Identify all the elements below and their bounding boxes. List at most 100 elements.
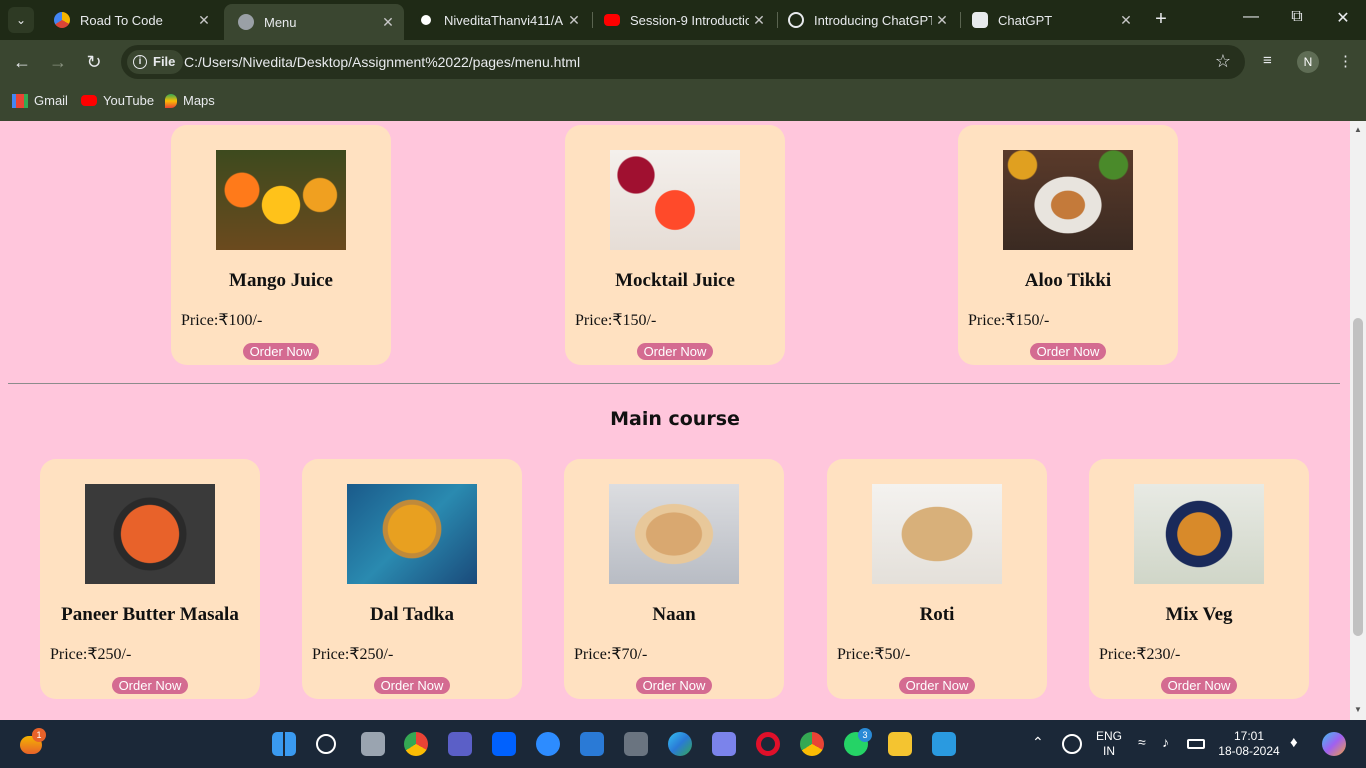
- gmail-icon: [12, 93, 28, 108]
- task-view-icon[interactable]: [361, 732, 385, 756]
- scrollbar-thumb[interactable]: [1353, 318, 1363, 636]
- order-now-button[interactable]: Order Now: [374, 677, 450, 694]
- whatsapp-badge: 3: [858, 728, 872, 742]
- scroll-up-icon[interactable]: ▲: [1354, 125, 1362, 134]
- item-price: Price:₹150/-: [968, 312, 1050, 329]
- close-tab-icon[interactable]: ✕: [564, 12, 584, 29]
- profile-avatar[interactable]: N: [1297, 51, 1319, 73]
- clock-date: 18-08-2024: [1218, 744, 1280, 758]
- back-icon[interactable]: ←: [10, 52, 34, 73]
- start-icon[interactable]: [272, 732, 296, 756]
- close-tab-icon[interactable]: ✕: [749, 12, 769, 29]
- item-name: Mix Veg: [1165, 604, 1233, 625]
- bookmark-gmail[interactable]: Gmail: [12, 93, 68, 108]
- order-now-button[interactable]: Order Now: [112, 677, 188, 694]
- tab-title: ChatGPT: [998, 12, 1053, 28]
- tab-strip: ⌄ Road To Code ✕ Menu ✕ NiveditaThanvi41…: [0, 0, 1366, 40]
- order-now-button[interactable]: Order Now: [637, 343, 713, 360]
- section-title-main-course: Main course: [610, 408, 740, 430]
- wifi-icon[interactable]: ≈: [1138, 734, 1146, 750]
- forward-icon[interactable]: →: [46, 52, 70, 73]
- tab-github[interactable]: NiveditaThanvi411/A ✕: [404, 4, 590, 36]
- tab-introducing-chatgpt[interactable]: Introducing ChatGPT ✕: [774, 4, 958, 36]
- tab-title: Session-9 Introductio: [630, 12, 749, 28]
- tab-youtube[interactable]: Session-9 Introductio ✕: [590, 4, 775, 36]
- close-tab-icon[interactable]: ✕: [194, 12, 214, 29]
- bookmark-maps[interactable]: Maps: [165, 93, 215, 108]
- openai-icon: [788, 12, 804, 28]
- teams-classic-icon[interactable]: [712, 732, 736, 756]
- item-name: Roti: [919, 604, 955, 625]
- close-tab-icon[interactable]: ✕: [1116, 12, 1136, 29]
- bookmarks-bar: Gmail YouTube Maps: [0, 85, 1366, 121]
- reading-list-icon[interactable]: ≡: [1263, 52, 1272, 69]
- menu-card-mango-juice: Mango Juice Price:₹100/- Order Now: [171, 125, 391, 365]
- tab-chatgpt[interactable]: ChatGPT ✕: [958, 4, 1142, 36]
- mocktail-juice-photo: [610, 150, 740, 250]
- teams-icon[interactable]: [448, 732, 472, 756]
- tab-search-icon[interactable]: ⌄: [8, 7, 34, 33]
- bookmark-youtube[interactable]: YouTube: [81, 93, 154, 108]
- tab-menu[interactable]: Menu ✕: [224, 4, 404, 40]
- order-now-button[interactable]: Order Now: [243, 343, 319, 360]
- search-icon[interactable]: [316, 734, 336, 754]
- calculator-icon[interactable]: [624, 732, 648, 756]
- battery-icon[interactable]: [1187, 739, 1205, 749]
- aloo-tikki-photo: [1003, 150, 1133, 250]
- item-price: Price:₹50/-: [837, 646, 911, 663]
- restore-icon[interactable]: ⧉: [1282, 8, 1312, 26]
- order-now-button[interactable]: Order Now: [1030, 343, 1106, 360]
- region-code: IN: [1103, 744, 1115, 758]
- minimize-icon[interactable]: —: [1236, 8, 1266, 26]
- opera-icon[interactable]: [756, 732, 780, 756]
- reload-icon[interactable]: ↻: [82, 52, 106, 73]
- url-text[interactable]: C:/Users/Nivedita/Desktop/Assignment%202…: [184, 54, 580, 70]
- order-now-button[interactable]: Order Now: [899, 677, 975, 694]
- item-name: Naan: [652, 604, 696, 625]
- sync-icon[interactable]: [1062, 734, 1082, 754]
- dropbox-icon[interactable]: [492, 732, 516, 756]
- menu-card-mix-veg: Mix Veg Price:₹230/- Order Now: [1089, 459, 1309, 699]
- file-explorer-icon[interactable]: [888, 732, 912, 756]
- address-bar[interactable]: i File C:/Users/Nivedita/Desktop/Assignm…: [121, 45, 1245, 79]
- item-price: Price:₹70/-: [574, 646, 648, 663]
- tab-title: Menu: [264, 14, 297, 30]
- menu-card-mocktail-juice: Mocktail Juice Price:₹150/- Order Now: [565, 125, 785, 365]
- menu-card-dal-tadka: Dal Tadka Price:₹250/- Order Now: [302, 459, 522, 699]
- chrome-profile-icon[interactable]: [800, 732, 824, 756]
- info-icon: i: [133, 55, 147, 69]
- order-now-button[interactable]: Order Now: [636, 677, 712, 694]
- mail-icon[interactable]: [580, 732, 604, 756]
- item-name: Dal Tadka: [370, 604, 454, 625]
- clock[interactable]: 17:01 18-08-2024: [1216, 729, 1282, 759]
- item-price: Price:₹100/-: [181, 312, 263, 329]
- site-info-chip[interactable]: i File: [127, 50, 184, 74]
- close-tab-icon[interactable]: ✕: [378, 14, 398, 31]
- copilot-icon[interactable]: [1322, 732, 1346, 756]
- show-hidden-icons-icon[interactable]: ⌃: [1032, 734, 1044, 751]
- more-menu-icon[interactable]: ⋮: [1338, 52, 1353, 70]
- notifications-icon[interactable]: ♦: [1290, 734, 1298, 751]
- language-indicator[interactable]: ENG IN: [1094, 729, 1124, 759]
- close-tab-icon[interactable]: ✕: [932, 12, 952, 29]
- bookmark-star-icon[interactable]: ☆: [1215, 51, 1231, 72]
- page-scrollbar[interactable]: ▲ ▼: [1350, 121, 1366, 720]
- edge-icon[interactable]: [668, 732, 692, 756]
- zoom-icon[interactable]: [536, 732, 560, 756]
- close-window-icon[interactable]: ✕: [1328, 8, 1358, 28]
- youtube-icon: [604, 14, 620, 26]
- new-tab-icon[interactable]: +: [1150, 8, 1172, 30]
- scroll-down-icon[interactable]: ▼: [1354, 705, 1362, 714]
- menu-card-paneer-butter-masala: Paneer Butter Masala Price:₹250/- Order …: [40, 459, 260, 699]
- item-name: Mango Juice: [229, 270, 333, 291]
- chrome-icon[interactable]: [404, 732, 428, 756]
- item-name: Mocktail Juice: [615, 270, 735, 291]
- vscode-icon[interactable]: [932, 732, 956, 756]
- browser-toolbar: ← → ↻ i File C:/Users/Nivedita/Desktop/A…: [0, 40, 1366, 85]
- youtube-icon: [81, 95, 97, 106]
- order-now-button[interactable]: Order Now: [1161, 677, 1237, 694]
- tab-road-to-code[interactable]: Road To Code ✕: [40, 4, 220, 36]
- item-name: Aloo Tikki: [1024, 270, 1112, 291]
- volume-icon[interactable]: ♪: [1162, 734, 1169, 750]
- tab-title: Road To Code: [80, 12, 163, 28]
